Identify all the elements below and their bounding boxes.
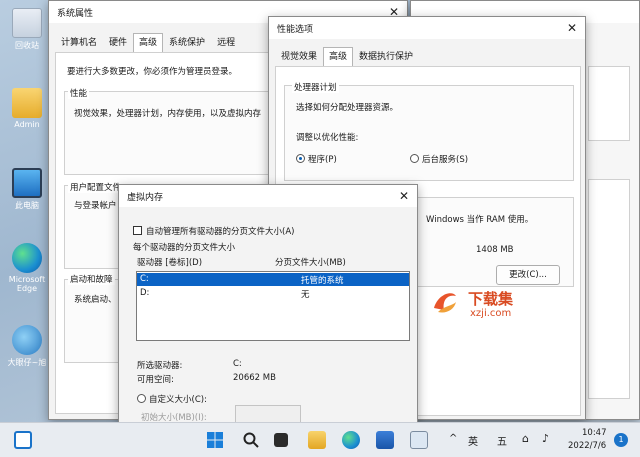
size-cell: 无 (301, 290, 310, 300)
app-icon (12, 325, 42, 355)
folder-icon (12, 88, 42, 118)
column-drive-header: 驱动器 [卷标](D) (137, 258, 203, 268)
search-icon[interactable] (242, 431, 260, 449)
auto-manage-checkbox[interactable]: 自动管理所有驱动器的分页文件大小(A) (133, 225, 294, 237)
performance-options-titlebar: 性能选项 ✕ (269, 17, 585, 39)
optimize-label: 调整以优化性能: (296, 133, 359, 143)
desktop-icon-admin[interactable]: Admin (6, 88, 48, 129)
performance-options-tabs: 视觉效果 高级 数据执行保护 (275, 47, 419, 67)
drive-list[interactable]: C: 托管的系统 D: 无 (136, 271, 410, 341)
recycle-bin-icon (12, 8, 42, 38)
radio-programs[interactable]: 程序(P) (296, 153, 337, 165)
edge-icon (12, 243, 42, 273)
desktop-icon-recycle-bin[interactable]: 回收站 (6, 8, 48, 51)
radio-custom-size[interactable]: 自定义大小(C): (137, 393, 207, 405)
background-panel (588, 66, 630, 141)
checkbox-unchecked-icon (133, 226, 142, 235)
desktop-icon-this-pc[interactable]: 此电脑 (6, 168, 48, 211)
system-properties-app-icon[interactable] (410, 431, 428, 449)
table-row[interactable]: D: 无 (137, 287, 409, 300)
start-icon[interactable] (206, 431, 224, 449)
monitor-icon (12, 168, 42, 198)
notification-badge[interactable]: 1 (614, 433, 628, 447)
background-panel (588, 179, 630, 399)
selected-drive-value: C: (233, 359, 242, 369)
file-explorer-icon[interactable] (308, 431, 326, 449)
performance-desc: 视觉效果，处理器计划，内存使用，以及虚拟内存 (74, 109, 262, 119)
desktop-icon-label: Admin (14, 120, 40, 129)
user-profile-desc: 与登录帐户 (74, 201, 117, 211)
radio-background-services[interactable]: 后台服务(S) (410, 153, 468, 165)
window-title: 性能选项 (277, 24, 314, 35)
watermark-logo (430, 286, 460, 316)
desktop-icon-label: 大眼仔~旭 (7, 358, 47, 367)
virtual-memory-size: 1408 MB (476, 245, 514, 255)
per-drive-label: 每个驱动器的分页文件大小 (133, 243, 236, 253)
watermark-swirl-icon (430, 286, 460, 316)
size-cell: 托管的系统 (301, 276, 344, 286)
volume-icon[interactable]: ♪ (542, 432, 549, 445)
widgets-icon[interactable] (14, 431, 32, 449)
tab-advanced[interactable]: 高级 (133, 33, 164, 53)
custom-size-label: 自定义大小(C): (149, 395, 207, 405)
store-icon[interactable] (376, 431, 394, 449)
window-title: 虚拟内存 (127, 192, 164, 203)
free-space-value: 20662 MB (233, 373, 276, 383)
performance-label: 性能 (68, 87, 90, 99)
ram-usage-text: Windows 当作 RAM 使用。 (426, 215, 534, 225)
admin-note: 要进行大多数更改，你必须作为管理员登录。 (67, 67, 238, 77)
watermark-name: 下载集 (468, 290, 514, 308)
desktop-icon-shortcut[interactable]: 大眼仔~旭 (6, 325, 48, 368)
auto-manage-label: 自动管理所有驱动器的分页文件大小(A) (146, 227, 295, 237)
tab-remote[interactable]: 远程 (211, 33, 241, 53)
startup-recovery-desc: 系统启动、 (74, 295, 117, 305)
initial-size-input[interactable] (235, 405, 301, 423)
desktop-icon-label: 此电脑 (15, 201, 39, 210)
tab-dep[interactable]: 数据执行保护 (353, 47, 419, 67)
column-size-header: 分页文件大小(MB) (275, 258, 346, 268)
window-title: 系统属性 (57, 8, 94, 19)
close-icon[interactable]: ✕ (559, 17, 585, 39)
change-button[interactable]: 更改(C)... (496, 265, 560, 285)
tab-hardware[interactable]: 硬件 (103, 33, 133, 53)
clock-date[interactable]: 2022/7/6 (568, 441, 606, 451)
desktop-icon-edge[interactable]: Microsoft Edge (6, 243, 48, 293)
tab-visual-effects[interactable]: 视觉效果 (275, 47, 323, 67)
edge-icon[interactable] (342, 431, 360, 449)
task-view-icon[interactable] (274, 433, 288, 447)
virtual-memory-dialog: 虚拟内存 ✕ 自动管理所有驱动器的分页文件大小(A) 每个驱动器的分页文件大小 … (118, 184, 418, 424)
drive-cell: C: (140, 274, 149, 284)
user-profile-label: 用户配置文件 (68, 181, 124, 193)
processor-scheduling-label: 处理器计划 (292, 81, 339, 93)
tab-advanced[interactable]: 高级 (323, 47, 354, 67)
virtual-memory-titlebar: 虚拟内存 ✕ (119, 185, 417, 207)
taskbar: ^ 英 五 ⌂ ♪ 10:47 2022/7/6 1 (0, 422, 640, 457)
close-icon[interactable]: ✕ (391, 185, 417, 207)
free-space-label: 可用空间: (137, 375, 174, 385)
chevron-up-icon[interactable]: ^ (449, 433, 457, 444)
radio-unselected-icon (137, 394, 146, 403)
drive-cell: D: (140, 288, 150, 298)
tab-computer-name[interactable]: 计算机名 (55, 33, 103, 53)
tab-system-protection[interactable]: 系统保护 (163, 33, 211, 53)
system-properties-tabs: 计算机名 硬件 高级 系统保护 远程 (55, 33, 241, 53)
network-icon[interactable]: ⌂ (522, 432, 529, 445)
desktop-icon-label: Microsoft Edge (8, 275, 46, 293)
table-row[interactable]: C: 托管的系统 (137, 273, 409, 286)
selected-drive-label: 所选驱动器: (137, 361, 183, 371)
ime-language[interactable]: 英 (468, 433, 478, 448)
startup-recovery-label: 启动和故障 (68, 273, 115, 285)
radio-services-label: 后台服务(S) (422, 155, 469, 165)
radio-programs-label: 程序(P) (308, 155, 337, 165)
radio-unselected-icon (410, 154, 419, 163)
watermark-url: xzji.com (470, 308, 512, 319)
processor-scheduling-desc: 选择如何分配处理器资源。 (296, 103, 399, 113)
ime-mode[interactable]: 五 (497, 433, 507, 448)
radio-selected-icon (296, 154, 305, 163)
clock-time[interactable]: 10:47 (582, 428, 607, 438)
desktop-icon-label: 回收站 (15, 41, 39, 50)
